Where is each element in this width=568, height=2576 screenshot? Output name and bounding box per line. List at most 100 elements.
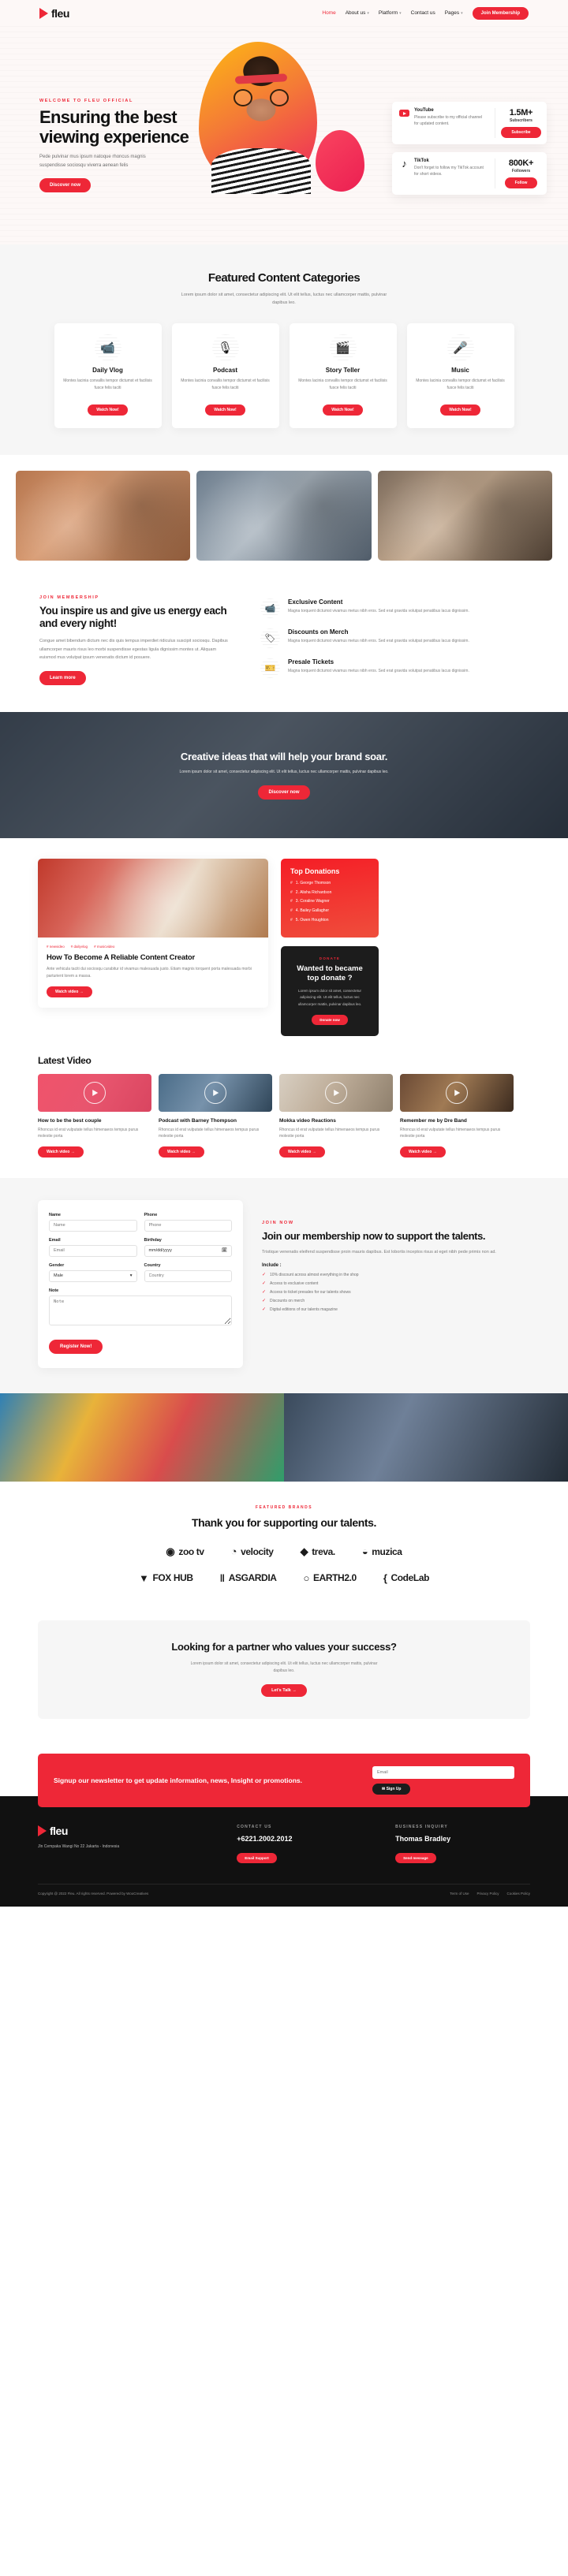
gallery-image-camera <box>377 470 552 561</box>
nav-item-platform[interactable]: Platform ▾ <box>379 10 402 16</box>
social-description: Please subscribe to my official channel … <box>414 115 483 126</box>
footer-link-privacy[interactable]: Privacy Policy <box>476 1892 499 1896</box>
chevron-down-icon: ▾ <box>367 10 369 16</box>
watch-now-button[interactable]: Watch Now! <box>205 404 245 416</box>
footer-link-terms[interactable]: Term of Use <box>450 1892 469 1896</box>
benefit-item: 📹 Exclusive Content Magna torquent dictu… <box>260 598 529 618</box>
footer-address: Jln Cempaka Wangi No 22 Jakarta - Indone… <box>38 1843 120 1849</box>
watch-now-button[interactable]: Watch Now! <box>88 404 128 416</box>
watch-video-button[interactable]: Watch video → <box>279 1146 325 1158</box>
video-title: Podcast with Barney Thompson <box>159 1117 237 1124</box>
benefit-description: Magna torquent dictumst vivamus metus ni… <box>288 668 469 673</box>
lets-talk-button[interactable]: Let's Talk → <box>261 1683 307 1697</box>
donate-description: Lorem ipsum dolor sit amet, consectetur … <box>297 989 362 1006</box>
nav-item-contact-us[interactable]: Contact us <box>411 10 435 16</box>
video-card[interactable]: How to be the best couple Rhoncus id era… <box>38 1073 151 1158</box>
membership-registration-form: Name Phone Email Birthday mm/dd/yyyy <box>38 1199 243 1368</box>
top-donations-title: Top Donations <box>290 867 340 875</box>
video-description: Rhoncus id erat vulputate tellus himenae… <box>400 1127 501 1139</box>
watch-now-button[interactable]: Watch Now! <box>323 404 363 416</box>
chevron-down-icon: ▾ <box>461 10 463 16</box>
nav-item-pages[interactable]: Pages ▾ <box>445 10 463 16</box>
donate-eyebrow: DONATE <box>319 956 341 960</box>
video-card[interactable]: Remember me by Dre Band Rhoncus id erat … <box>400 1073 514 1158</box>
leaf-icon: ◆ <box>300 1545 308 1557</box>
video-description: Rhoncus id erat vulputate tellus himenae… <box>159 1127 260 1139</box>
footer-logo-text: fleu <box>50 1824 68 1837</box>
subscribe-button[interactable]: Subscribe <box>501 127 541 138</box>
brand-logo-velocity: ◔ velocity <box>230 1545 274 1558</box>
donate-now-button[interactable]: Donate now <box>312 1014 348 1025</box>
category-description: Montes lacinia convallis tempor dictumst… <box>298 378 387 390</box>
featured-blog-card[interactable]: newvideo dailyvlog musicvideo How To Bec… <box>38 858 268 1008</box>
video-title: How to be the best couple <box>38 1117 102 1124</box>
note-field[interactable] <box>49 1295 232 1325</box>
social-name: TikTok <box>414 158 429 163</box>
footer-business-heading: BUSINESS INQUIRY <box>395 1824 448 1829</box>
watch-video-button[interactable]: Watch video → <box>38 1146 84 1158</box>
signal-icon: ◔ <box>230 1545 237 1558</box>
creative-ideas-banner: Creative ideas that will help your brand… <box>0 711 568 838</box>
blog-tag-list: newvideo dailyvlog musicvideo <box>47 945 260 949</box>
gallery-image-team-hands <box>16 470 191 561</box>
gender-select[interactable]: Male ▾ <box>49 1269 137 1282</box>
category-card[interactable]: 🎬 Story Teller Montes lacinia convallis … <box>289 322 397 428</box>
nav-item-about-us[interactable]: About us ▾ <box>346 10 369 16</box>
circle-play-icon: ◉ <box>166 1545 175 1557</box>
watch-now-button[interactable]: Watch Now! <box>440 404 480 416</box>
benefit-row: ✓ Access to ticket presales for our talen… <box>262 1290 351 1295</box>
learn-more-button[interactable]: Learn more <box>39 670 86 685</box>
follow-button[interactable]: Follow <box>504 177 538 188</box>
video-thumbnail-play-icon[interactable] <box>159 1073 272 1112</box>
video-camera-icon: 📹 <box>260 598 280 618</box>
blog-tag[interactable]: musicvideo <box>94 945 115 949</box>
video-thumbnail-play-icon[interactable] <box>279 1073 393 1112</box>
email-field[interactable] <box>49 1244 137 1257</box>
hash-icon: # <box>290 917 293 923</box>
striped-shirt <box>211 148 311 194</box>
blog-cover-image <box>38 858 268 938</box>
name-field[interactable] <box>49 1219 137 1232</box>
newsletter-email-input[interactable] <box>372 1765 514 1779</box>
email-support-button[interactable]: Email Support <box>237 1852 277 1863</box>
category-card[interactable]: 🎙 Podcast Montes lacinia convallis tempo… <box>171 322 279 428</box>
email-label: Email <box>49 1237 61 1243</box>
blog-tag[interactable]: newvideo <box>47 945 65 949</box>
featured-categories-section: Featured Content Categories Lorem ipsum … <box>0 244 568 455</box>
blog-watch-video-button[interactable]: Watch video → <box>47 986 92 997</box>
video-thumbnail-play-icon[interactable] <box>400 1073 514 1112</box>
blog-tag[interactable]: dailyvlog <box>71 945 88 949</box>
category-card[interactable]: 📹 Daily Vlog Montes lacinia convallis te… <box>54 322 162 428</box>
chevron-down-icon[interactable]: ▾ <box>130 1273 133 1278</box>
footer-link-cookies[interactable]: Cookies Policy <box>506 1892 530 1896</box>
newsletter-signup-button[interactable]: ✉ Sign Up <box>372 1783 411 1795</box>
video-card[interactable]: Podcast with Barney Thompson Rhoncus id … <box>159 1073 272 1158</box>
nav-item-home[interactable]: Home <box>322 10 335 16</box>
inspire-section: JOIN MEMBERSHIP You inspire us and give … <box>0 576 568 712</box>
chevron-down-icon: ▾ <box>399 10 402 16</box>
category-card[interactable]: 🎤 Music Montes lacinia convallis tempor … <box>406 322 514 428</box>
country-field[interactable] <box>144 1269 232 1282</box>
footer-logo[interactable]: fleu <box>38 1825 213 1837</box>
join-membership-button[interactable]: Join Membership <box>472 6 529 20</box>
send-message-button[interactable]: Send message <box>395 1852 436 1863</box>
category-name: Story Teller <box>325 366 361 374</box>
hero-title: Ensuring the best viewing experience <box>39 107 189 147</box>
site-logo[interactable]: fleu <box>39 7 69 20</box>
hero-discover-button[interactable]: Discover now <box>39 178 92 193</box>
register-now-button[interactable]: Register Now! <box>49 1339 103 1354</box>
site-footer: fleu Jln Cempaka Wangi No 22 Jakarta - I… <box>0 1795 568 1907</box>
video-card[interactable]: Mokka video Reactions Rhoncus id erat vu… <box>279 1073 393 1158</box>
membership-eyebrow: JOIN NOW <box>262 1220 294 1225</box>
phone-field[interactable] <box>144 1219 232 1232</box>
hash-icon: # <box>290 880 293 885</box>
calendar-icon[interactable]: 🗓 <box>222 1248 227 1253</box>
tiktok-icon: ♪ <box>402 158 407 170</box>
video-thumbnail-play-icon[interactable] <box>38 1073 151 1112</box>
banner-discover-button[interactable]: Discover now <box>258 785 310 800</box>
benefit-description: Magna torquent dictumst vivamus metus ni… <box>288 608 469 613</box>
watch-video-button[interactable]: Watch video → <box>400 1146 446 1158</box>
watch-video-button[interactable]: Watch video → <box>159 1146 204 1158</box>
hash-icon: # <box>290 889 293 895</box>
birthday-field[interactable]: mm/dd/yyyy 🗓 <box>144 1244 232 1257</box>
